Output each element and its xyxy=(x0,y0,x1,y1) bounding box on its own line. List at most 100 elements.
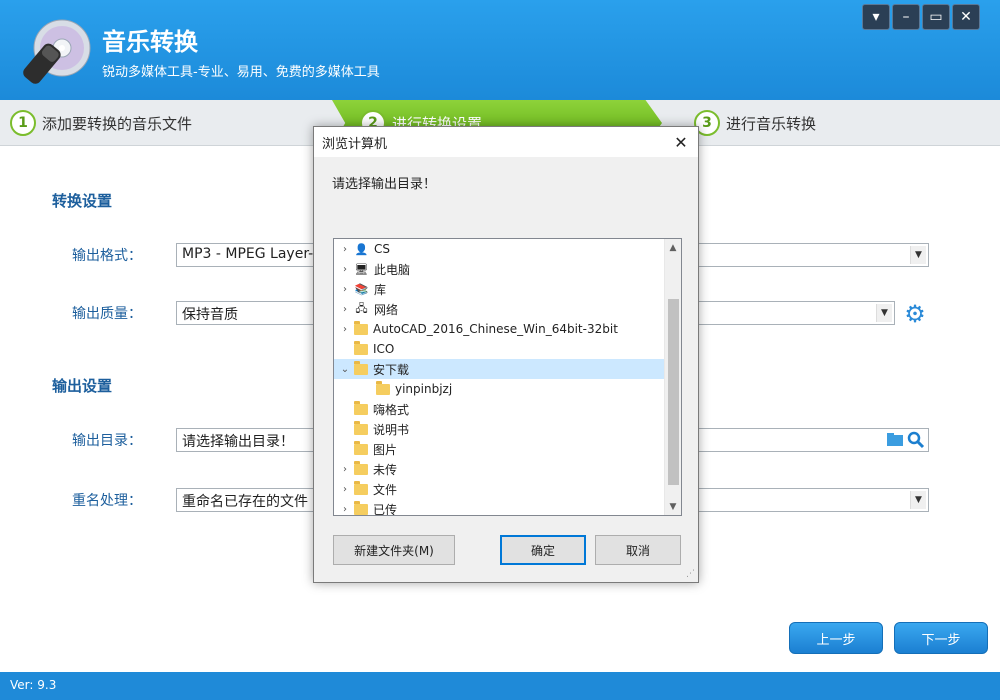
gear-icon[interactable]: ⚙ xyxy=(902,301,928,327)
folder-icon xyxy=(354,400,368,415)
status-bar: Ver: 9.3 xyxy=(0,672,1000,700)
chevron-down-icon[interactable]: ▼ xyxy=(876,304,892,322)
output-dir-label: 输出目录： xyxy=(72,433,142,449)
new-folder-button[interactable]: 新建文件夹(M) xyxy=(333,535,455,565)
convert-settings-title: 转换设置 xyxy=(52,192,113,210)
tree-item-label: 库 xyxy=(374,282,387,297)
library-icon: 📚 xyxy=(354,282,369,296)
tree-scrollbar[interactable]: ▲ ▼ xyxy=(664,239,681,515)
tree-item-label: CS xyxy=(374,242,390,256)
app-subtitle: 锐动多媒体工具-专业、易用、免费的多媒体工具 xyxy=(102,65,380,80)
tree-item-label: 未传 xyxy=(373,462,398,477)
cancel-button[interactable]: 取消 xyxy=(595,535,681,565)
maximize-button[interactable]: ▭ xyxy=(922,4,950,30)
expander-icon[interactable]: › xyxy=(338,244,352,255)
expander-icon[interactable]: › xyxy=(338,304,352,315)
menu-button[interactable]: ▾ xyxy=(862,4,890,30)
tree-item[interactable]: 说明书 xyxy=(334,419,665,439)
step-label: 添加要转换的音乐文件 xyxy=(42,114,193,133)
prev-button[interactable]: 上一步 xyxy=(789,622,883,654)
search-icon[interactable] xyxy=(907,431,925,449)
expander-icon[interactable]: › xyxy=(338,324,352,335)
dialog-close-button[interactable]: ✕ xyxy=(670,131,692,153)
open-folder-icon[interactable] xyxy=(886,431,904,447)
tree-item-label: yinpinbjzj xyxy=(395,382,453,396)
folder-icon xyxy=(354,320,368,335)
next-button[interactable]: 下一步 xyxy=(894,622,988,654)
computer-icon: 🖥 xyxy=(354,262,369,276)
tree-item-label: 图片 xyxy=(373,442,398,457)
tree-item[interactable]: › 🖥 此电脑 xyxy=(334,259,665,279)
expander-icon[interactable]: › xyxy=(338,264,352,275)
minimize-icon: – xyxy=(902,9,910,25)
music-cd-logo-icon xyxy=(23,19,91,84)
folder-icon xyxy=(354,440,368,455)
user-icon: 👤 xyxy=(354,242,369,256)
tree-item[interactable]: › 👤 CS xyxy=(334,239,665,259)
format-value: MP3 - MPEG Layer-3 xyxy=(182,246,323,262)
output-settings-title: 输出设置 xyxy=(52,377,113,395)
expander-icon[interactable]: › xyxy=(338,284,352,295)
close-icon: ✕ xyxy=(960,9,972,25)
tree-item[interactable]: › 文件 xyxy=(334,479,665,499)
ok-button[interactable]: 确定 xyxy=(500,535,586,565)
tree-item[interactable]: › 已传 xyxy=(334,499,665,516)
step-3: 3 进行音乐转换 xyxy=(694,100,816,146)
tree-item[interactable]: 图片 xyxy=(334,439,665,459)
scroll-up-icon[interactable]: ▲ xyxy=(665,239,681,256)
tree-item-label: 安下载 xyxy=(373,362,410,377)
minimize-button[interactable]: – xyxy=(892,4,920,30)
folder-icon xyxy=(354,360,368,375)
folder-icon xyxy=(376,380,390,395)
expander-icon[interactable]: › xyxy=(338,484,352,495)
tree-item-label: 已传 xyxy=(373,502,398,516)
window-controls: ▾ – ▭ ✕ xyxy=(862,4,980,30)
quality-label: 输出质量： xyxy=(72,306,142,322)
step-number: 1 xyxy=(10,110,36,136)
tree-item[interactable]: › AutoCAD_2016_Chinese_Win_64bit-32bit xyxy=(334,319,665,339)
menu-icon: ▾ xyxy=(872,9,880,25)
close-icon: ✕ xyxy=(674,132,688,152)
tree-item[interactable]: › 📚 库 xyxy=(334,279,665,299)
dialog-prompt: 请选择输出目录！ xyxy=(332,177,437,192)
tree-item-label: 嗨格式 xyxy=(373,402,410,417)
tree-item-label: AutoCAD_2016_Chinese_Win_64bit-32bit xyxy=(373,322,618,336)
tree-item[interactable]: ICO xyxy=(334,339,665,359)
tree-item-label: 网络 xyxy=(374,302,399,317)
scroll-down-icon[interactable]: ▼ xyxy=(665,498,681,515)
close-button[interactable]: ✕ xyxy=(952,4,980,30)
chevron-down-icon[interactable]: ▼ xyxy=(910,246,926,264)
rename-value: 重命名已存在的文件 xyxy=(182,494,308,510)
expander-icon[interactable]: ⌄ xyxy=(338,364,352,375)
tree-item-label: 此电脑 xyxy=(374,262,411,277)
dialog-title: 浏览计算机 xyxy=(322,136,388,152)
tree-item-label: 说明书 xyxy=(373,422,410,437)
step-label: 进行音乐转换 xyxy=(726,114,817,133)
folder-icon xyxy=(354,460,368,475)
chevron-down-icon[interactable]: ▼ xyxy=(910,491,926,509)
version-text: Ver: 9.3 xyxy=(10,678,57,692)
tree-item-label: 文件 xyxy=(373,482,398,497)
folder-icon xyxy=(354,420,368,435)
tree-item[interactable]: › 未传 xyxy=(334,459,665,479)
tree-item[interactable]: 嗨格式 xyxy=(334,399,665,419)
app-title: 音乐转换 xyxy=(102,28,198,56)
folder-icon xyxy=(354,500,368,515)
scroll-thumb[interactable] xyxy=(668,299,679,485)
browse-icons xyxy=(886,431,925,449)
folder-icon xyxy=(354,480,368,495)
tree-item[interactable]: yinpinbjzj xyxy=(334,379,665,399)
quality-value: 保持音质 xyxy=(182,307,238,323)
tree-item[interactable]: › 🖧 网络 xyxy=(334,299,665,319)
format-label: 输出格式： xyxy=(72,248,142,264)
tree-item[interactable]: ⌄ 安下载 xyxy=(334,359,665,379)
folder-tree[interactable]: › 👤 CS › 🖥 此电脑 › 📚 库 › 🖧 网络 › AutoCAD_2016_Chinese_Wi… xyxy=(333,238,682,516)
dialog-titlebar: 浏览计算机 xyxy=(314,127,698,157)
expander-icon[interactable]: › xyxy=(338,504,352,515)
expander-icon[interactable]: › xyxy=(338,464,352,475)
tree-item-label: ICO xyxy=(373,342,395,356)
output-dir-value: 请选择输出目录！ xyxy=(182,434,294,450)
browse-dialog: 浏览计算机 ✕ 请选择输出目录！ › 👤 CS › 🖥 此电脑 › 📚 库 › 🖧 网络 › AutoCA… xyxy=(313,126,699,583)
network-icon: 🖧 xyxy=(355,301,368,315)
resize-grip-icon[interactable]: ⋰ xyxy=(686,569,695,579)
